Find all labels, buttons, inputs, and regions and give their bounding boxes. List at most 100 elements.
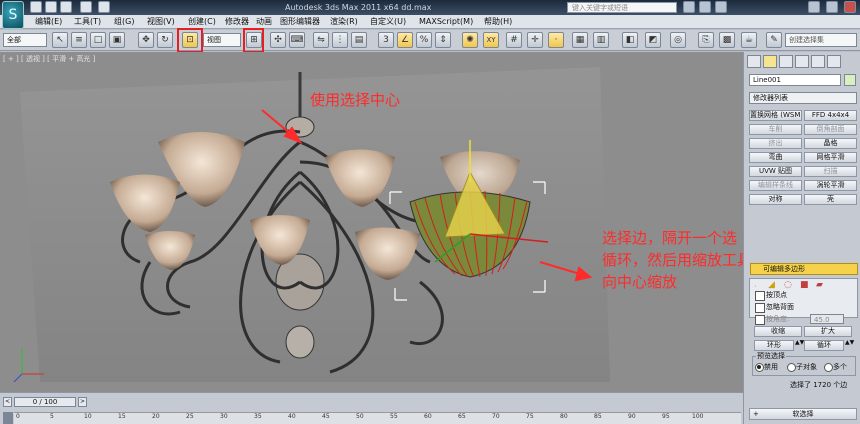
angle-value-field[interactable]: 45.0 xyxy=(810,314,844,324)
by-vertex-checkbox[interactable]: 按顶点 xyxy=(754,290,787,301)
soft-selection-rollout[interactable]: + 软选择 xyxy=(749,408,857,420)
redo-icon[interactable] xyxy=(98,1,110,13)
polygon-subobject-icon[interactable]: ■ xyxy=(800,280,809,290)
minimize-button[interactable] xyxy=(808,1,820,13)
select-manipulate-icon[interactable]: ✣ xyxy=(270,32,286,48)
star-icon[interactable] xyxy=(699,1,711,13)
modifier-button[interactable]: 晶格 xyxy=(804,138,857,149)
track-view-icon[interactable]: ▥ xyxy=(593,32,609,48)
menu-modifiers[interactable]: 修改器 xyxy=(225,15,249,29)
object-color-swatch[interactable] xyxy=(844,74,856,86)
selection-filter-dropdown[interactable]: 全部 xyxy=(3,33,47,47)
ring-button[interactable]: 环形 xyxy=(754,340,794,351)
undo-icon[interactable] xyxy=(80,1,92,13)
app-logo[interactable]: S xyxy=(2,1,24,29)
preview-subobject-radio[interactable]: 子对象 xyxy=(787,362,817,372)
render-teapot-icon[interactable]: ☕ xyxy=(741,32,757,48)
modifier-button[interactable]: 壳 xyxy=(804,194,857,205)
preview-disabled-radio[interactable]: 禁用 xyxy=(755,362,778,372)
menu-animation[interactable]: 动画 xyxy=(256,15,272,29)
display-tab-icon[interactable] xyxy=(811,55,825,68)
render-setup-icon[interactable]: ◎ xyxy=(670,32,686,48)
binoculars-icon[interactable] xyxy=(683,1,695,13)
snap-point-icon[interactable]: ✛ xyxy=(527,32,543,48)
timeline-ruler[interactable]: 0 5 10 15 20 25 30 35 40 45 50 55 60 65 … xyxy=(14,412,741,424)
rendered-frame-icon[interactable]: ⎘ xyxy=(698,32,714,48)
edit-named-selection-icon[interactable]: ✎ xyxy=(766,32,782,48)
save-file-icon[interactable] xyxy=(60,1,72,13)
align-selection-icon[interactable]: ▦ xyxy=(572,32,588,48)
percent-snap-icon[interactable]: % xyxy=(416,32,432,48)
constraint-x-icon[interactable]: ✺ xyxy=(462,32,478,48)
preview-multi-radio[interactable]: 多个 xyxy=(824,362,847,372)
help-icon[interactable] xyxy=(715,1,727,13)
ignore-backfacing-checkbox[interactable]: 忽略背面 xyxy=(754,302,794,313)
move-icon[interactable]: ✥ xyxy=(138,32,154,48)
rectangle-selection-icon[interactable]: □ xyxy=(90,32,106,48)
modifier-button[interactable]: 车削 xyxy=(749,124,802,135)
mirror-icon[interactable]: ⇋ xyxy=(313,32,329,48)
angle-snap-icon[interactable]: ∠ xyxy=(397,32,413,48)
modifier-button[interactable]: 涡轮平滑 xyxy=(804,180,857,191)
menu-graph-editors[interactable]: 图形编辑器 xyxy=(280,15,320,29)
object-name-field[interactable]: Line001 xyxy=(749,74,841,86)
axis-constraint-xy[interactable]: XY xyxy=(483,32,499,48)
align-icon[interactable]: ⋮ xyxy=(332,32,348,48)
edge-subobject-icon[interactable]: ◢ xyxy=(768,280,775,290)
modifier-button[interactable]: 弯曲 xyxy=(749,152,802,163)
modifier-button[interactable]: 网格平滑 xyxy=(804,152,857,163)
menu-group[interactable]: 组(G) xyxy=(114,15,134,29)
modifier-button[interactable]: 编辑样条线 xyxy=(749,180,802,191)
menu-views[interactable]: 视图(V) xyxy=(147,15,175,29)
named-selection-dropdown[interactable]: 创建选择集 xyxy=(785,33,857,47)
modifier-list-dropdown[interactable]: 修改器列表 xyxy=(749,92,857,104)
motion-tab-icon[interactable] xyxy=(795,55,809,68)
element-subobject-icon[interactable]: ▰ xyxy=(816,280,823,290)
schematic-view-icon[interactable]: ◧ xyxy=(622,32,638,48)
timeline-toggle-icon[interactable] xyxy=(3,412,13,424)
modifier-button[interactable]: 扫描 xyxy=(804,166,857,177)
modifier-button[interactable]: 对称 xyxy=(749,194,802,205)
create-tab-icon[interactable] xyxy=(747,55,761,68)
layer-manager-icon[interactable]: ▤ xyxy=(351,32,367,48)
maximize-button[interactable] xyxy=(826,1,838,13)
by-angle-checkbox[interactable]: 按角度: xyxy=(754,314,789,325)
select-object-icon[interactable]: ↖ xyxy=(52,32,68,48)
shrink-button[interactable]: 收缩 xyxy=(754,326,802,337)
modifier-button[interactable]: 倒角剖面 xyxy=(804,124,857,135)
loop-spinner[interactable]: ▲▼ xyxy=(845,340,854,351)
slider-left-arrow[interactable]: < xyxy=(3,397,12,407)
reference-coordinate-dropdown[interactable]: 视图 xyxy=(203,33,241,47)
select-by-name-icon[interactable]: ≡ xyxy=(71,32,87,48)
loop-button[interactable]: 循环 xyxy=(804,340,844,351)
utilities-tab-icon[interactable] xyxy=(827,55,841,68)
slider-right-arrow[interactable]: > xyxy=(78,397,87,407)
ring-spinner[interactable]: ▲▼ xyxy=(795,340,804,351)
render-production-icon[interactable]: ▩ xyxy=(719,32,735,48)
modifier-button[interactable]: 置换网格 (WSM) xyxy=(749,110,802,121)
snap-vertex-icon[interactable]: · xyxy=(548,32,564,48)
modifier-stack-item[interactable]: 可编辑多边形 xyxy=(750,263,858,275)
snaps-toggle-icon[interactable]: 3 xyxy=(378,32,394,48)
menu-help[interactable]: 帮助(H) xyxy=(484,15,512,29)
new-file-icon[interactable] xyxy=(30,1,42,13)
menu-create[interactable]: 创建(C) xyxy=(188,15,216,29)
keyboard-shortcut-icon[interactable]: ⌨ xyxy=(289,32,305,48)
material-editor-icon[interactable]: ◩ xyxy=(645,32,661,48)
menu-customize[interactable]: 自定义(U) xyxy=(370,15,406,29)
search-input[interactable]: 键入关键字或短语 xyxy=(567,2,677,13)
border-subobject-icon[interactable]: ◌ xyxy=(784,280,792,290)
time-slider[interactable]: 0 / 100 xyxy=(14,397,76,407)
menu-edit[interactable]: 编辑(E) xyxy=(35,15,62,29)
close-button[interactable] xyxy=(844,1,856,13)
hierarchy-tab-icon[interactable] xyxy=(779,55,793,68)
modifier-button[interactable]: 挤出 xyxy=(749,138,802,149)
open-file-icon[interactable] xyxy=(45,1,57,13)
grow-button[interactable]: 扩大 xyxy=(804,326,852,337)
spinner-snap-icon[interactable]: ⇕ xyxy=(435,32,451,48)
grid-icon[interactable]: # xyxy=(506,32,522,48)
menu-rendering[interactable]: 渲染(R) xyxy=(330,15,358,29)
menu-tools[interactable]: 工具(T) xyxy=(74,15,101,29)
perspective-viewport[interactable]: [ + ] [ 透视 ] [ 平滑 + 高光 ] 使用选择中心 选择边，隔开一个… xyxy=(0,52,743,392)
modify-tab-icon[interactable] xyxy=(763,55,777,68)
